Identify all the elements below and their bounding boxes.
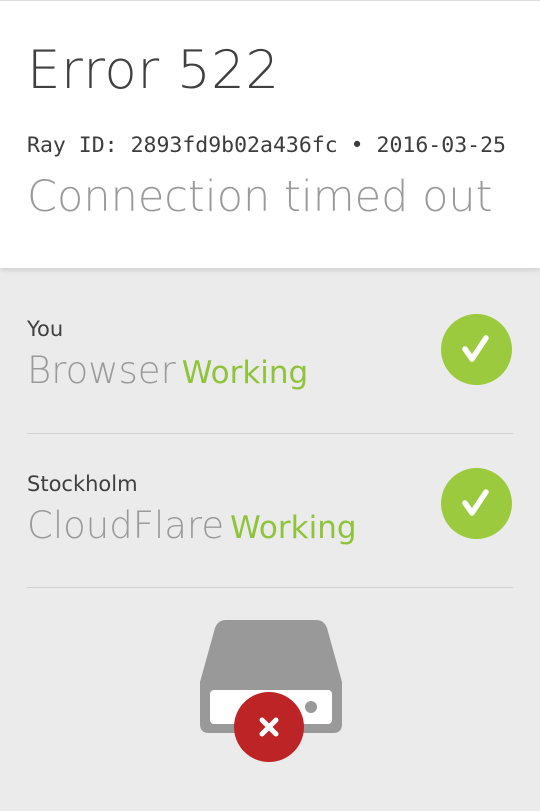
node-name: Browser <box>27 349 176 392</box>
row-name: CloudFlare Working <box>27 502 357 557</box>
node-status: Working <box>181 355 309 391</box>
error-header: Error 522 Ray ID: 2893fd9b02a436fc • 201… <box>0 0 540 268</box>
ray-id-value: 2893fd9b02a436fc <box>130 133 338 158</box>
divider <box>27 433 513 434</box>
status-ok-badge <box>441 468 512 539</box>
row-location: Stockholm <box>27 472 138 496</box>
row-name: Browser Working <box>27 347 308 402</box>
check-icon <box>462 489 489 516</box>
ray-id-label: Ray ID: <box>27 133 118 158</box>
node-status: Working <box>230 510 357 546</box>
ray-id-line: Ray ID: 2893fd9b02a436fc • 2016-03-25 <box>27 132 506 160</box>
error-subtitle: Connection timed out <box>27 172 493 222</box>
ray-date: 2016-03-25 <box>376 133 506 158</box>
error-x-icon <box>259 717 279 737</box>
page-title: Error 522 <box>27 40 280 101</box>
status-error-badge <box>234 692 304 762</box>
divider <box>27 587 513 588</box>
node-name: CloudFlare <box>27 504 225 547</box>
status-ok-badge <box>441 314 512 385</box>
ray-separator: • <box>350 133 364 158</box>
check-icon <box>462 335 489 362</box>
row-location: You <box>27 317 64 341</box>
